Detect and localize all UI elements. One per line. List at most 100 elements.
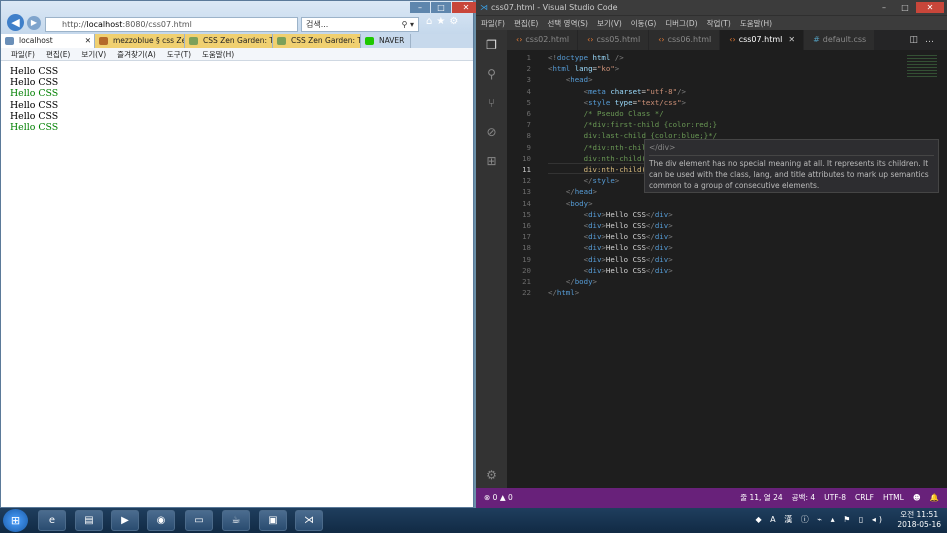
menu-item[interactable]: 편집(E): [514, 16, 538, 30]
vscode-taskbar-icon[interactable]: ⋊: [295, 510, 323, 531]
code-editor[interactable]: 1 <!doctype html /> 2 <html lang="ko"> 3 <he…: [507, 50, 947, 488]
system-tray-icons[interactable]: ◆ A 漢 ⓘ ⌁ ▴ ⚑ ▯ ◂): [755, 514, 885, 525]
search-icon[interactable]: ⚲ ▾: [402, 18, 414, 31]
menu-item[interactable]: 보기(V): [81, 48, 106, 60]
menu-item[interactable]: 도구(T): [167, 48, 191, 60]
back-icon[interactable]: ◀: [7, 14, 24, 31]
code-line[interactable]: <div>Hello CSS</div>: [548, 232, 673, 241]
hello-line: Hello CSS: [10, 88, 59, 100]
encoding[interactable]: UTF-8: [824, 488, 846, 508]
editor-tab[interactable]: ‹› css06.html: [649, 30, 721, 50]
ie-tab[interactable]: mezzoblue § css Zen...: [95, 34, 185, 48]
home-star-gear-icons[interactable]: ⌂★⚙: [426, 16, 462, 27]
ie-window-controls[interactable]: – □ ✕: [410, 2, 480, 13]
minimap[interactable]: [907, 55, 937, 79]
ie-tab[interactable]: CSS Zen Garden: The...: [273, 34, 361, 48]
media-taskbar-icon[interactable]: ▶: [111, 510, 139, 531]
ie-tab[interactable]: NAVER: [361, 34, 411, 48]
menu-item[interactable]: 파일(F): [11, 48, 35, 60]
explorer-icon[interactable]: ❐: [484, 38, 499, 53]
cursor-position[interactable]: 줄 11, 열 24: [740, 488, 782, 508]
cmd-taskbar-icon[interactable]: ▭: [185, 510, 213, 531]
debug-icon[interactable]: ⊘: [484, 125, 499, 140]
minimize-icon[interactable]: –: [874, 2, 894, 13]
menu-item[interactable]: 즐겨찾기(A): [117, 48, 156, 60]
menu-item[interactable]: 작업(T): [707, 16, 731, 30]
editor-tab[interactable]: # default.css: [804, 30, 876, 50]
problems-count[interactable]: ⊗ 0 ▲ 0: [484, 488, 513, 508]
ie-tab[interactable]: CSS Zen Garden: The...: [185, 34, 273, 48]
code-line[interactable]: <div>Hello CSS</div>: [548, 243, 673, 252]
code-line[interactable]: <body>: [548, 199, 593, 208]
code-line[interactable]: </html>: [548, 288, 579, 297]
menu-item[interactable]: 편집(E): [46, 48, 70, 60]
code-line[interactable]: /* Pseudo Class */: [548, 109, 664, 118]
hover-tag: </div>: [649, 142, 934, 156]
maximize-icon[interactable]: □: [431, 2, 451, 13]
menu-item[interactable]: 파일(F): [481, 16, 505, 30]
editor-tab[interactable]: ‹› css02.html: [507, 30, 579, 50]
menu-item[interactable]: 보기(V): [597, 16, 622, 30]
line-number: 13: [522, 187, 531, 197]
code-line[interactable]: </body>: [548, 277, 597, 286]
code-line[interactable]: <meta charset="utf-8"/>: [548, 87, 686, 96]
source-control-icon[interactable]: ⑂: [484, 96, 499, 111]
code-line[interactable]: <div>Hello CSS</div>: [548, 266, 673, 275]
code-line[interactable]: <style type="text/css">: [548, 98, 686, 107]
menu-item[interactable]: 이동(G): [631, 16, 656, 30]
clock[interactable]: 오전 11:51 2018-05-16: [897, 510, 941, 530]
line-number: 19: [522, 254, 531, 264]
line-number: 5: [526, 97, 531, 107]
close-icon[interactable]: ✕: [916, 2, 944, 13]
code-line[interactable]: <!doctype html />: [548, 53, 624, 62]
menu-item[interactable]: 선택 영역(S): [547, 16, 588, 30]
code-line[interactable]: <div>Hello CSS</div>: [548, 255, 673, 264]
code-line[interactable]: <div>Hello CSS</div>: [548, 221, 673, 230]
ie-tab[interactable]: localhost ✕: [1, 34, 95, 48]
code-line[interactable]: <head>: [548, 75, 593, 84]
menu-item[interactable]: 도움말(H): [202, 48, 234, 60]
indentation[interactable]: 공백: 4: [792, 488, 815, 508]
ie-window: ◀ ▶ http://localhost:8080/css07.html 검색.…: [0, 0, 480, 508]
app-taskbar-icon[interactable]: ▣: [259, 510, 287, 531]
close-icon[interactable]: ✕: [85, 34, 91, 47]
page-content: Hello CSS Hello CSS Hello CSS Hello CSS Hell…: [1, 61, 473, 138]
feedback-smiley-icon[interactable]: ☻: [913, 488, 921, 508]
hello-line: Hello CSS: [10, 122, 59, 134]
start-button[interactable]: ⊞: [3, 509, 28, 532]
minimize-icon[interactable]: –: [410, 2, 430, 13]
line-number: 20: [522, 265, 531, 275]
vscode-window-controls[interactable]: – □ ✕: [874, 2, 944, 13]
java-taskbar-icon[interactable]: ☕: [222, 510, 250, 531]
extensions-icon[interactable]: ⊞: [484, 154, 499, 169]
menu-item[interactable]: 도움말(H): [740, 16, 772, 30]
language-mode[interactable]: HTML: [883, 488, 904, 508]
hover-text: The div element has no special meaning a…: [649, 159, 929, 190]
code-line[interactable]: </head>: [548, 187, 597, 196]
line-number: 21: [522, 277, 531, 286]
explorer-taskbar-icon[interactable]: ▤: [75, 510, 103, 531]
split-editor-more-icons[interactable]: ◫…: [909, 30, 941, 50]
code-line[interactable]: </style>: [548, 176, 620, 185]
address-bar[interactable]: http://localhost:8080/css07.html: [45, 17, 298, 32]
maximize-icon[interactable]: □: [895, 2, 915, 13]
hover-tooltip: </div> The div element has no special me…: [644, 139, 939, 193]
ie-taskbar-icon[interactable]: e: [38, 510, 66, 531]
line-ending[interactable]: CRLF: [855, 488, 874, 508]
menu-item[interactable]: 디버그(D): [665, 16, 697, 30]
forward-icon[interactable]: ▶: [27, 16, 41, 30]
search-input[interactable]: 검색... ⚲ ▾: [301, 17, 419, 32]
code-line[interactable]: /*div:first-child {color:red;}: [548, 120, 718, 129]
line-number: 14: [522, 198, 531, 208]
code-line[interactable]: <div>Hello CSS</div>: [548, 210, 673, 219]
editor-tab-active[interactable]: ‹› css07.html ✕: [720, 30, 805, 50]
code-line[interactable]: <html lang="ko">: [548, 64, 619, 73]
editor-tab[interactable]: ‹› css05.html: [578, 30, 650, 50]
settings-gear-icon[interactable]: ⚙: [484, 468, 499, 483]
notification-bell-icon[interactable]: 🔔: [930, 488, 939, 508]
taskbar: ⊞ e ▤ ▶ ◉ ▭ ☕ ▣ ⋊ ◆ A 漢 ⓘ ⌁ ▴ ⚑ ▯ ◂) 오전 …: [0, 508, 947, 533]
close-icon[interactable]: ✕: [788, 35, 795, 44]
chrome-taskbar-icon[interactable]: ◉: [147, 510, 175, 531]
line-number: 12: [522, 176, 531, 186]
search-icon[interactable]: ⚲: [484, 67, 499, 82]
